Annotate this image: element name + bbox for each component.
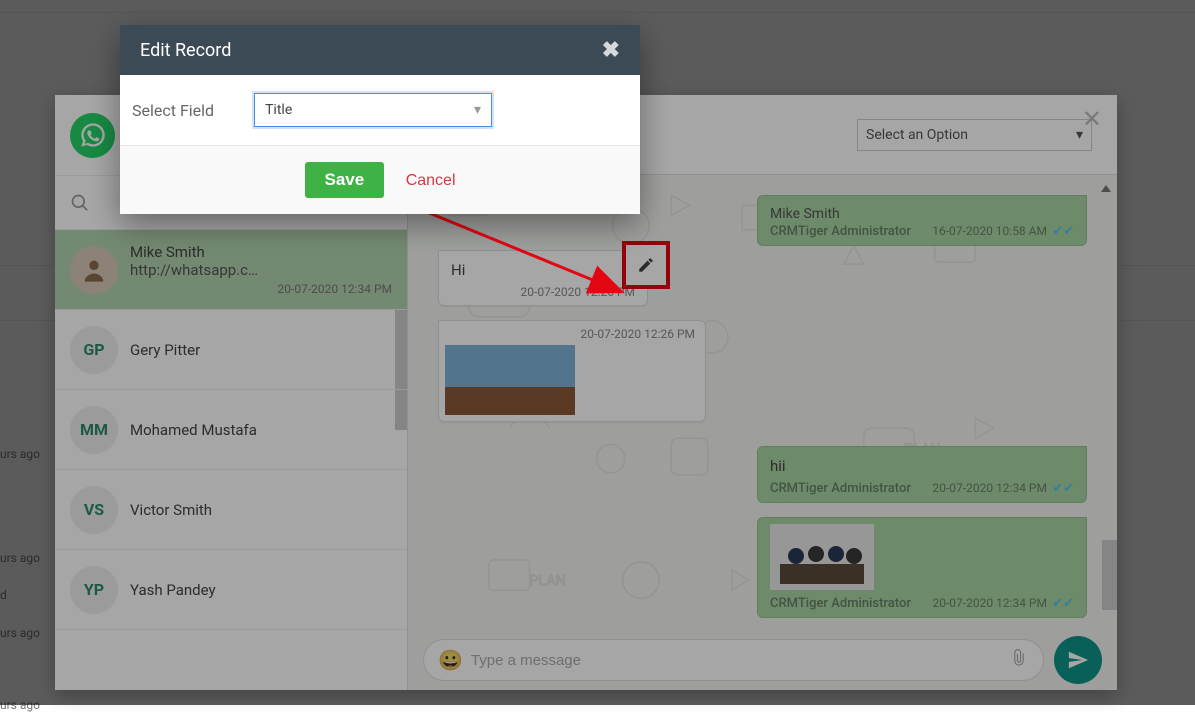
- double-tick-icon: ✔✔: [1052, 596, 1074, 611]
- message-outgoing: hii CRMTiger Administrator 20-07-2020 12…: [757, 446, 1087, 503]
- message-text: hii: [770, 457, 1074, 475]
- modal-title: Edit Record: [140, 40, 231, 61]
- chat-scrollbar[interactable]: [1102, 540, 1117, 610]
- contact-avatar: YP: [70, 566, 118, 614]
- double-tick-icon: ✔✔: [1052, 481, 1074, 496]
- chat-input-wrapper: 😀: [423, 639, 1044, 681]
- contact-name: Mike Smith: [130, 243, 392, 261]
- message-sender: Mike Smith: [770, 206, 1074, 222]
- message-incoming-image: 20-07-2020 12:26 PM: [438, 320, 706, 422]
- contact-item[interactable]: Mike Smith http://whatsapp.c… 20-07-2020…: [55, 230, 407, 310]
- cancel-button[interactable]: Cancel: [406, 172, 456, 190]
- chat-header-select[interactable]: Select an Option ▾: [857, 119, 1092, 151]
- chat-header-select-label: Select an Option: [866, 127, 968, 143]
- contact-name: Yash Pandey: [130, 581, 392, 599]
- send-button[interactable]: [1054, 636, 1102, 684]
- field-select[interactable]: Title ▾: [254, 93, 492, 127]
- field-select-value: Title: [265, 102, 292, 118]
- contact-list: Mike Smith http://whatsapp.c… 20-07-2020…: [55, 230, 407, 690]
- message-incoming: Hi 20-07-2020 12:26 PM: [438, 250, 648, 306]
- close-panel-icon[interactable]: ✕: [1082, 105, 1102, 133]
- contact-name: Victor Smith: [130, 501, 392, 519]
- modal-header: Edit Record ✖: [120, 25, 640, 75]
- message-time: 20-07-2020 12:34 PM: [933, 481, 1047, 495]
- contact-item[interactable]: MM Mohamed Mustafa: [55, 390, 407, 470]
- message-time: 20-07-2020 12:34 PM: [933, 596, 1047, 610]
- edit-record-modal: Edit Record ✖ Select Field Title ▾ Save …: [120, 25, 640, 214]
- message-time: 20-07-2020 12:26 PM: [451, 285, 635, 299]
- modal-close-button[interactable]: ✖: [602, 38, 620, 63]
- message-author: CRMTiger Administrator: [770, 481, 911, 496]
- save-button[interactable]: Save: [305, 162, 385, 198]
- contact-avatar: [70, 246, 118, 294]
- chevron-down-icon: ▾: [474, 102, 481, 118]
- contact-avatar: MM: [70, 406, 118, 454]
- contact-avatar: GP: [70, 326, 118, 374]
- message-image[interactable]: [445, 345, 575, 415]
- contact-time: 20-07-2020 12:34 PM: [130, 282, 392, 296]
- contact-item[interactable]: VS Victor Smith: [55, 470, 407, 550]
- message-outgoing: Mike Smith CRMTiger Administrator 16-07-…: [757, 195, 1087, 246]
- contact-item[interactable]: GP Gery Pitter: [55, 310, 407, 390]
- send-icon: [1067, 649, 1089, 671]
- contact-item[interactable]: YP Yash Pandey: [55, 550, 407, 630]
- emoji-icon[interactable]: 😀: [438, 648, 463, 672]
- message-time: 16-07-2020 10:58 AM: [932, 224, 1047, 238]
- pencil-icon: [637, 256, 655, 274]
- search-icon: [70, 193, 90, 213]
- message-time: 20-07-2020 12:26 PM: [581, 327, 695, 341]
- contact-avatar: VS: [70, 486, 118, 534]
- message-author: CRMTiger Administrator: [770, 224, 911, 239]
- double-tick-icon: ✔✔: [1052, 224, 1074, 239]
- attach-icon[interactable]: [1009, 648, 1029, 672]
- contact-subtitle: http://whatsapp.c…: [130, 261, 392, 279]
- message-input[interactable]: [471, 652, 1001, 669]
- chat-body: PLAN PLAN Mike Smith CRM: [408, 175, 1117, 630]
- message-text: Hi: [451, 261, 635, 279]
- field-label: Select Field: [132, 101, 214, 120]
- contact-name: Mohamed Mustafa: [130, 421, 392, 439]
- contact-name: Gery Pitter: [130, 341, 392, 359]
- chat-input-bar: 😀: [408, 630, 1117, 690]
- message-image[interactable]: [770, 524, 874, 590]
- modal-footer: Save Cancel: [120, 145, 640, 214]
- edit-message-button[interactable]: [622, 241, 670, 289]
- message-outgoing-image: CRMTiger Administrator 20-07-2020 12:34 …: [757, 517, 1087, 618]
- modal-body: Select Field Title ▾: [120, 75, 640, 145]
- whatsapp-logo-icon: [70, 113, 115, 158]
- message-author: CRMTiger Administrator: [770, 596, 911, 611]
